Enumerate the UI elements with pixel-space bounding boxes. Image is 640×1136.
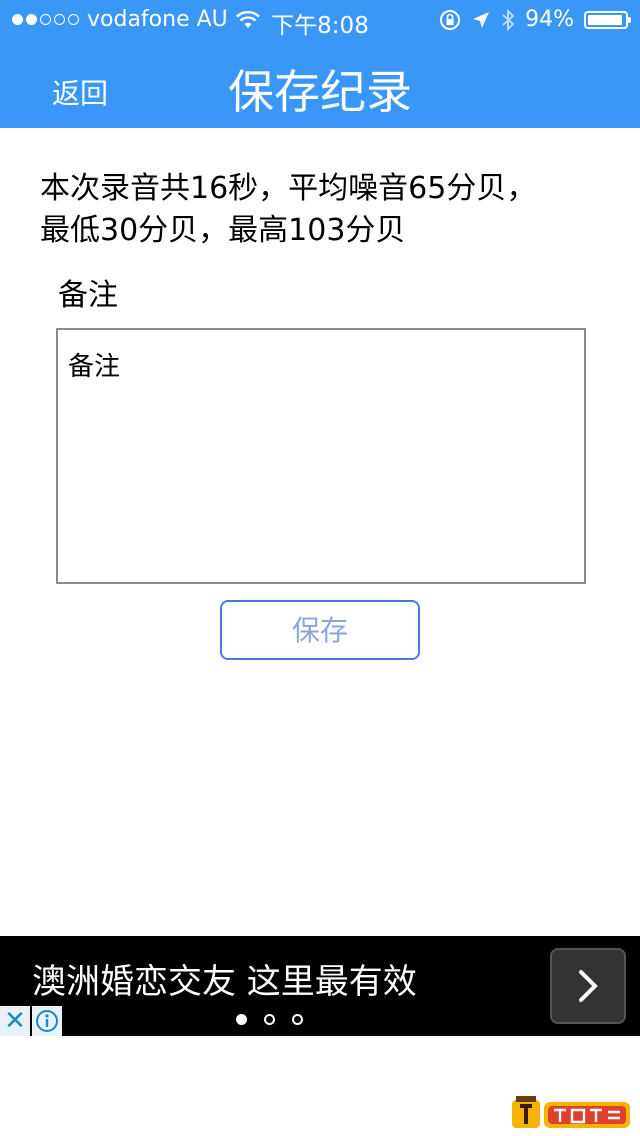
ad-info-icon[interactable] (32, 1006, 62, 1036)
status-right: 94% (439, 7, 631, 32)
ad-close-button[interactable]: ✕ (0, 1006, 30, 1036)
status-bar: vodafone AU 下午8:08 94% (0, 0, 640, 40)
pager-dot-active (236, 1014, 247, 1025)
pager-dot (264, 1014, 275, 1025)
ad-text[interactable]: 澳洲婚恋交友 这里最有效 (32, 954, 417, 1003)
save-button[interactable]: 保存 (220, 600, 420, 660)
bluetooth-icon (502, 8, 515, 31)
note-label: 备注 (58, 278, 118, 313)
pager-dot (292, 1014, 303, 1025)
watermark-logo (512, 1096, 630, 1128)
recording-summary: 本次录音共16秒，平均噪音65分贝，最低30分贝，最高103分贝 (40, 171, 537, 248)
battery-icon (584, 10, 631, 29)
note-input[interactable] (58, 330, 584, 582)
note-box (56, 328, 586, 584)
ad-pager (236, 1014, 303, 1025)
rotation-lock-icon (440, 9, 461, 30)
page-title: 保存纪录 (228, 65, 412, 119)
battery-percent: 94% (525, 7, 574, 32)
ad-next-button[interactable] (550, 948, 626, 1024)
location-arrow-icon (473, 11, 490, 28)
app-header: vodafone AU 下午8:08 94% 返回 保存纪录 (0, 0, 640, 128)
ad-banner[interactable]: 澳洲婚恋交友 这里最有效 (0, 936, 640, 1036)
chevron-right-icon (579, 970, 598, 1002)
